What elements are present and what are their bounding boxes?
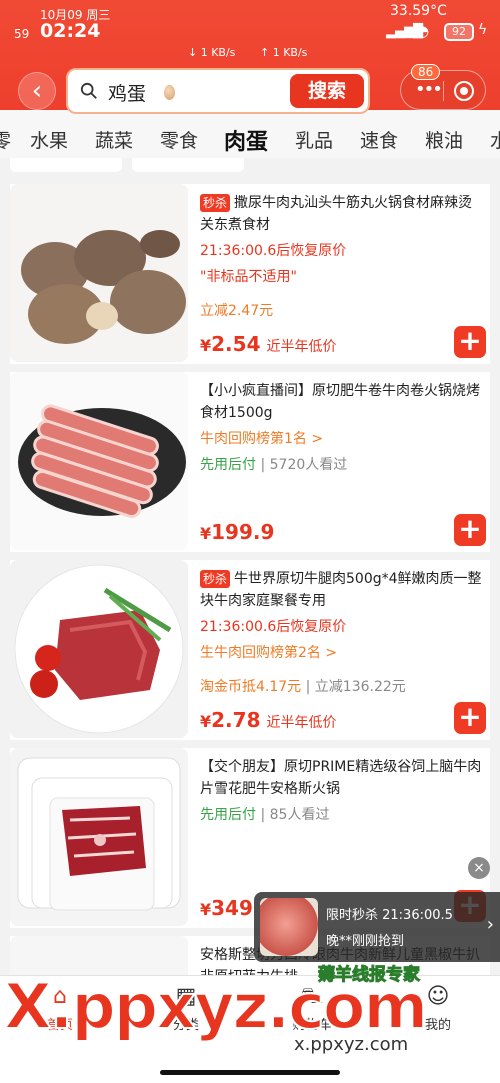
net-down-speed: ↓ 1 KB/s: [188, 46, 236, 59]
countdown-text: 21:36:00.6后恢复原价: [200, 619, 347, 635]
view-count: 5720人看过: [269, 457, 348, 473]
non-standard-note: "非标品不适用": [200, 269, 297, 285]
mini-program-capsule: 86 •••: [400, 64, 486, 110]
flash-sale-tag: 秒杀: [200, 570, 231, 588]
tab-grain-oil[interactable]: 粮油: [425, 126, 463, 153]
back-button[interactable]: ‹: [18, 72, 56, 110]
product-card[interactable]: 【小小疯直播间】原切肥牛卷牛肉卷火锅烧烤食材1500g 牛肉回购榜第1名 > 先…: [10, 372, 490, 552]
price: ¥349: [200, 896, 253, 920]
search-icon: [80, 82, 97, 99]
pay-later-label: 先用后付: [200, 807, 256, 823]
product-card[interactable]: 秒杀 撒尿牛肉丸汕头牛筋丸火锅食材麻辣烫关东煮食材 21:36:00.6后恢复原价…: [10, 184, 490, 364]
flash-sale-label: 限时秒杀 21:36:00.5: [326, 908, 453, 923]
pay-later-row: 先用后付 | 5720人看过: [200, 457, 348, 473]
previous-card-stub: [132, 158, 244, 172]
price: ¥2.54 近半年低价: [200, 332, 337, 356]
price-note: 近半年低价: [266, 339, 337, 355]
previous-card-stub: [10, 158, 122, 172]
capsule-divider: [443, 81, 444, 101]
pay-later-label: 先用后付: [200, 457, 256, 473]
status-time: 02:24: [40, 20, 101, 42]
tab-snacks[interactable]: 零食: [160, 126, 198, 153]
search-query[interactable]: 鸡蛋: [108, 79, 146, 106]
chevron-left-icon: ‹: [31, 76, 43, 106]
message-count-badge: 86: [411, 64, 441, 80]
price: ¥2.78 近半年低价: [200, 708, 337, 732]
more-menu-icon[interactable]: •••: [415, 79, 443, 100]
product-title[interactable]: 【交个朋友】原切PRIME精选级谷饲上脑牛肉片雪花肥牛安格斯火锅: [200, 756, 485, 800]
product-title[interactable]: 秒杀 撒尿牛肉丸汕头牛筋丸火锅食材麻辣烫关东煮食材: [200, 192, 485, 236]
header: 10月09 周三 59 02:24 ↓ 1 KB/s ↑ 1 KB/s 33.5…: [0, 0, 500, 158]
product-card[interactable]: 秒杀 牛世界原切牛腿肉500g*4鲜嫩肉质一整块牛肉家庭聚餐专用 21:36:00…: [10, 560, 490, 740]
net-up-speed: ↑ 1 KB/s: [260, 46, 308, 59]
discount-text: 立减136.22元: [314, 679, 406, 695]
add-to-cart-button[interactable]: +: [454, 702, 486, 734]
tab-meat-eggs[interactable]: 肉蛋: [224, 124, 268, 156]
flash-sale-popup[interactable]: 限时秒杀 21:36:00.5 晚**刚刚抢到 ›: [254, 892, 500, 962]
status-bar: 10月09 周三 59 02:24 ↓ 1 KB/s ↑ 1 KB/s 33.5…: [0, 0, 500, 70]
chevron-right-icon: ›: [486, 914, 494, 935]
search-box[interactable]: 鸡蛋 搜索: [66, 68, 370, 114]
watermark-url: x.ppxyz.com: [290, 1034, 413, 1055]
charging-icon: ϟ: [478, 22, 488, 38]
status-number: 59: [14, 27, 30, 41]
watermark-logo: X.ppxyz.com: [3, 969, 429, 1044]
flash-sale-tag: 秒杀: [200, 194, 231, 212]
product-title[interactable]: 秒杀 牛世界原切牛腿肉500g*4鲜嫩肉质一整块牛肉家庭聚餐专用: [200, 568, 485, 612]
battery-indicator: 92: [444, 23, 474, 41]
wifi-icon: ◔: [416, 22, 430, 40]
close-mini-program-icon[interactable]: [454, 81, 474, 101]
price-note: 近半年低价: [266, 715, 337, 731]
rank-link[interactable]: 生牛肉回购榜第2名 >: [200, 642, 337, 662]
coin-deduct: 淘金币抵4.17元: [200, 679, 302, 695]
coin-row: 淘金币抵4.17元 | 立减136.22元: [200, 679, 406, 695]
tab-vegetables[interactable]: 蔬菜: [95, 126, 133, 153]
status-temperature: 33.59°C: [390, 3, 447, 19]
egg-icon: [164, 85, 175, 100]
product-image[interactable]: [10, 560, 188, 738]
add-to-cart-button[interactable]: +: [454, 514, 486, 546]
flash-sale-ticker: 晚**刚刚抢到: [326, 934, 405, 949]
search-button[interactable]: 搜索: [290, 74, 364, 108]
countdown-text: 21:36:00.6后恢复原价: [200, 243, 347, 259]
tab-instant-food[interactable]: 速食: [360, 126, 398, 153]
view-count: 85人看过: [269, 807, 330, 823]
add-to-cart-button[interactable]: +: [454, 326, 486, 358]
price: ¥199.9: [200, 520, 275, 544]
home-indicator: [160, 1070, 340, 1075]
tab-category-0[interactable]: 零: [0, 126, 11, 153]
discount-text: 立减2.47元: [200, 303, 274, 319]
category-tabs: 零 水果 蔬菜 零食 肉蛋 乳品 速食 粮油 水: [0, 118, 500, 158]
tab-dairy[interactable]: 乳品: [295, 126, 333, 153]
tab-fruit[interactable]: 水果: [30, 126, 68, 153]
flash-product-image: [260, 898, 318, 956]
pay-later-row: 先用后付 | 85人看过: [200, 807, 330, 823]
product-image[interactable]: [10, 372, 188, 550]
product-title[interactable]: 【小小疯直播间】原切肥牛卷牛肉卷火锅烧烤食材1500g: [200, 380, 485, 424]
top-bar: ‹ 鸡蛋 搜索 86 •••: [0, 64, 500, 118]
close-icon[interactable]: ×: [468, 857, 490, 879]
product-image[interactable]: [10, 748, 188, 926]
product-image[interactable]: [10, 184, 188, 362]
tab-category-8[interactable]: 水: [490, 126, 500, 153]
rank-link[interactable]: 牛肉回购榜第1名 >: [200, 428, 323, 448]
